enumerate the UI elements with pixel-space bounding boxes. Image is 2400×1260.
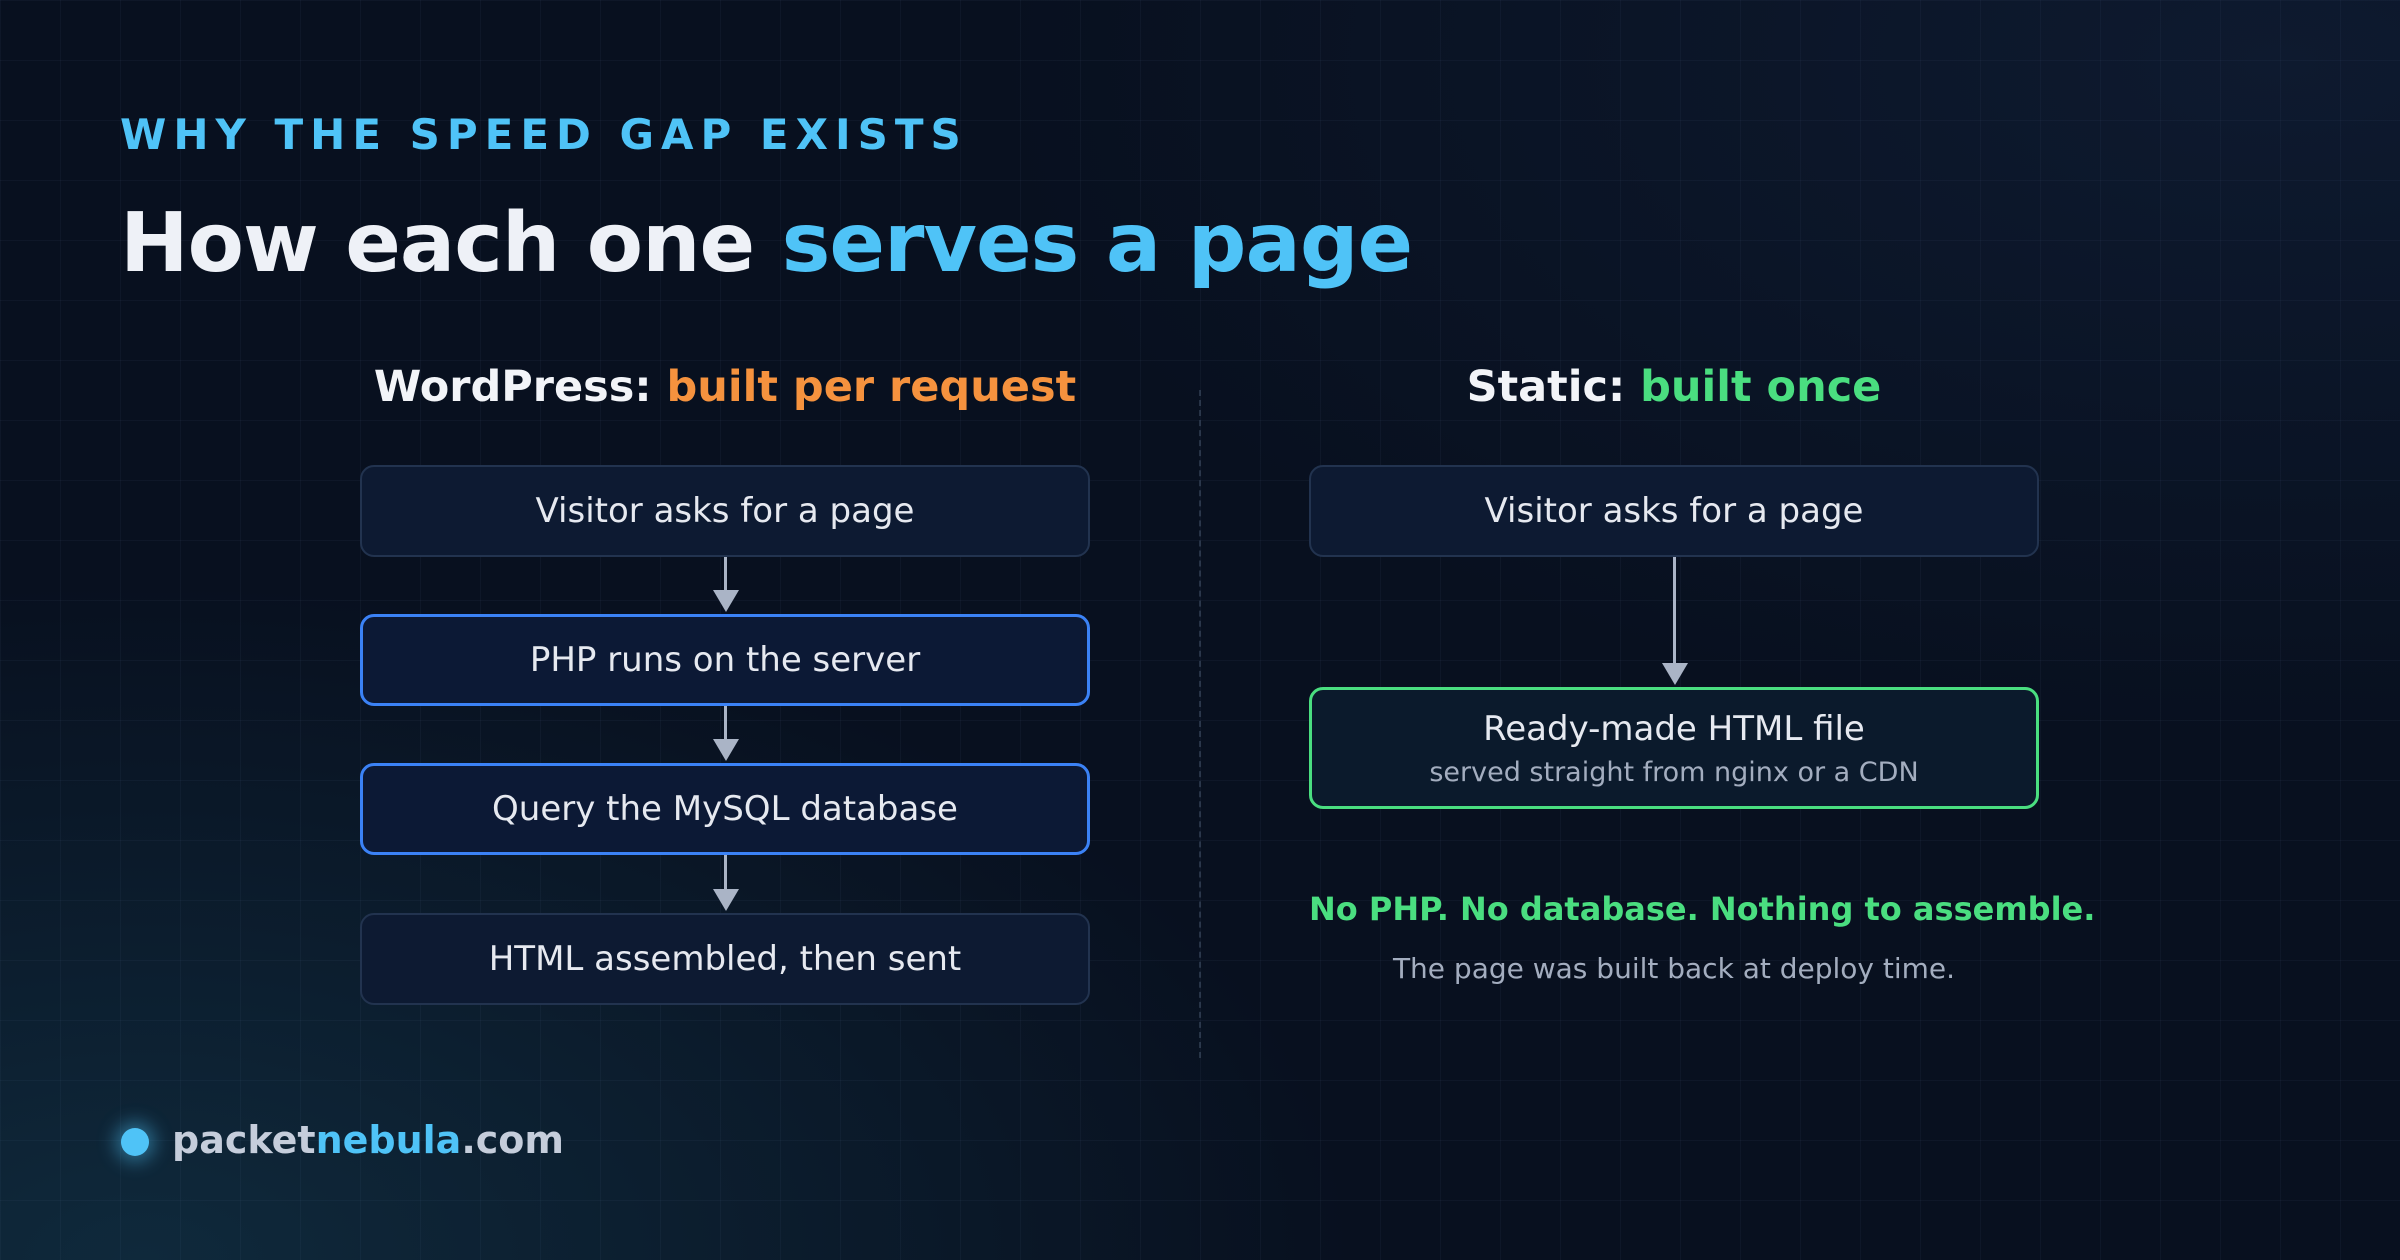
static-heading: Static: built once bbox=[1309, 362, 2039, 422]
wordpress-heading: WordPress: built per request bbox=[360, 362, 1090, 422]
static-note-primary: No PHP. No database. Nothing to assemble… bbox=[1309, 890, 2096, 928]
static-step-ready-made-file: Ready-made HTML file served straight fro… bbox=[1309, 687, 2039, 809]
brand-dot-icon bbox=[121, 1128, 149, 1156]
wp-step-label: PHP runs on the server bbox=[529, 640, 921, 680]
wp-step-query-database: Query the MySQL database bbox=[360, 763, 1090, 855]
brand-lead: packet bbox=[172, 1118, 316, 1162]
wordpress-heading-accent: built per request bbox=[666, 362, 1077, 412]
static-step-label: Visitor asks for a page bbox=[1484, 491, 1864, 531]
wp-step-html-assembled: HTML assembled, then sent bbox=[360, 913, 1090, 1005]
brand-tail: .com bbox=[461, 1118, 564, 1162]
static-step-sub: served straight from nginx or a CDN bbox=[1429, 756, 1919, 788]
wordpress-heading-lead: WordPress: bbox=[373, 362, 667, 412]
static-step-label: Ready-made HTML file bbox=[1483, 708, 1865, 749]
column-divider bbox=[1199, 390, 1201, 1058]
brand-mid: nebula bbox=[315, 1118, 462, 1162]
static-heading-accent: built once bbox=[1640, 362, 1882, 412]
page-title: How each one serves a page bbox=[120, 196, 1414, 291]
wp-step-label: Visitor asks for a page bbox=[535, 491, 915, 531]
eyebrow-label: WHY THE SPEED GAP EXISTS bbox=[120, 110, 968, 159]
static-note-secondary: The page was built back at deploy time. bbox=[1392, 952, 1956, 985]
static-step-visitor-request: Visitor asks for a page bbox=[1309, 465, 2039, 557]
static-heading-lead: Static: bbox=[1466, 362, 1641, 412]
wp-step-visitor-request: Visitor asks for a page bbox=[360, 465, 1090, 557]
brand-wordmark: packetnebula.com bbox=[172, 1118, 564, 1162]
wp-step-php-runs: PHP runs on the server bbox=[360, 614, 1090, 706]
wp-step-label: HTML assembled, then sent bbox=[488, 939, 962, 979]
title-accent: serves a page bbox=[781, 196, 1414, 291]
title-lead: How each one bbox=[120, 196, 782, 291]
wp-step-label: Query the MySQL database bbox=[492, 789, 958, 829]
